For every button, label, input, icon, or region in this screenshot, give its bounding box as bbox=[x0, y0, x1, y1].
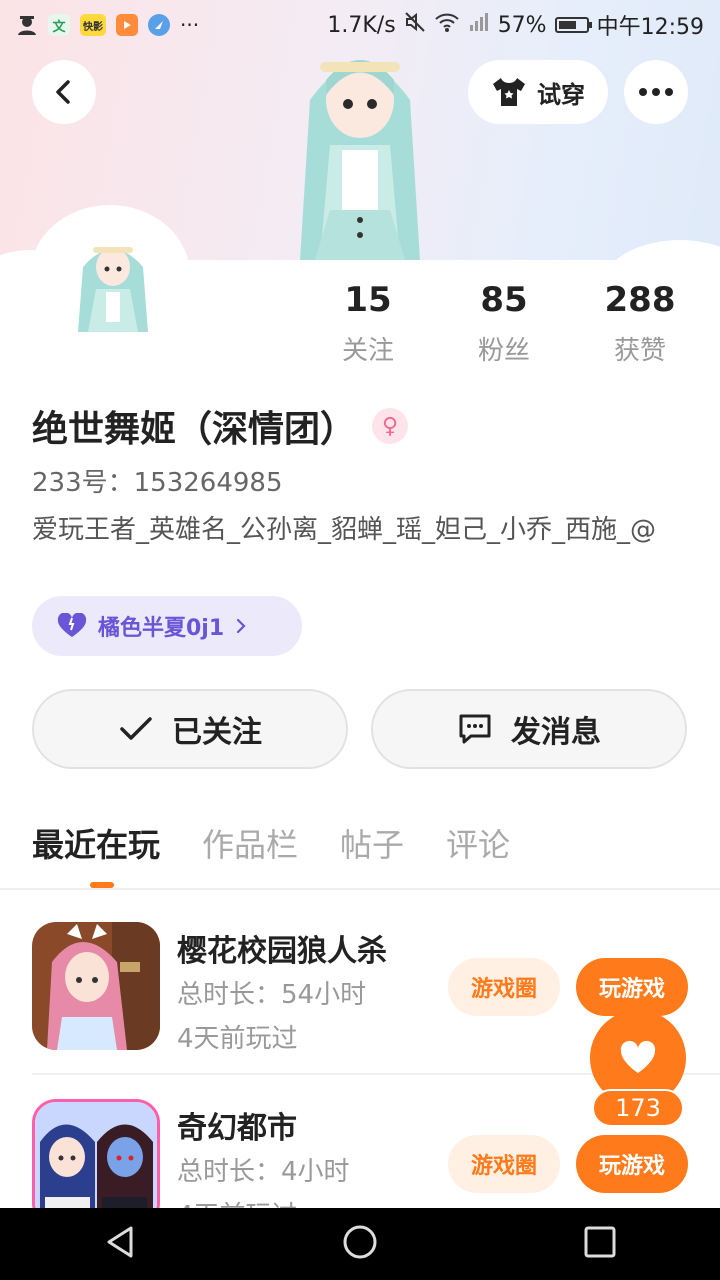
tab-works[interactable]: 作品栏 bbox=[202, 820, 298, 866]
game-icon-sakura bbox=[32, 922, 160, 1050]
battery-icon bbox=[554, 17, 592, 33]
female-icon: ♀ bbox=[372, 408, 409, 444]
likes-received-label: 获赞 bbox=[613, 336, 666, 366]
more-notifications: ··· bbox=[180, 13, 200, 37]
try-on-button[interactable]: 试穿 bbox=[468, 60, 608, 124]
profile-icon bbox=[16, 14, 38, 36]
chevron-left-icon bbox=[56, 80, 70, 104]
shirt-icon bbox=[493, 78, 525, 106]
wifi-icon bbox=[434, 11, 460, 39]
home-nav-icon[interactable] bbox=[342, 1224, 378, 1264]
user-bio: 爱玩王者_英雄名_公孙离_貂蝉_瑶_妲己_小乔_西施_@ bbox=[32, 515, 657, 545]
back-button[interactable] bbox=[32, 60, 96, 124]
stat-likes[interactable]: 288 获赞 bbox=[572, 280, 708, 367]
game-duration: 总时长：54小时 bbox=[177, 980, 367, 1010]
play-game-button[interactable]: 玩游戏 bbox=[576, 1135, 688, 1193]
likes-received-count: 288 bbox=[604, 280, 676, 320]
heart-icon bbox=[620, 1040, 656, 1073]
game-title: 奇幻都市 bbox=[177, 1111, 297, 1146]
clock: 中午12:59 bbox=[596, 15, 704, 40]
stat-followers[interactable]: 85 粉丝 bbox=[436, 280, 572, 367]
game-icon-fantasy-city bbox=[32, 1099, 160, 1209]
try-on-label: 试穿 bbox=[537, 80, 585, 109]
following-label: 关注 bbox=[341, 336, 394, 366]
browser-icon bbox=[148, 14, 170, 36]
check-icon bbox=[120, 717, 152, 740]
heart-icon bbox=[57, 613, 87, 637]
tab-comments[interactable]: 评论 bbox=[446, 820, 510, 866]
like-count: 173 bbox=[592, 1089, 684, 1127]
avatar-figure bbox=[280, 40, 440, 270]
game-duration: 总时长：4小时 bbox=[177, 1157, 350, 1187]
play-game-button[interactable]: 玩游戏 bbox=[576, 958, 688, 1016]
guild-name: 橘色半夏0j1 bbox=[98, 616, 225, 641]
game-circle-button[interactable]: 游戏圈 bbox=[448, 1135, 560, 1193]
profile-tabs: 最近在玩 作品栏 帖子 评论 bbox=[32, 820, 510, 866]
avatar[interactable] bbox=[38, 212, 188, 362]
more-options-button[interactable] bbox=[624, 60, 688, 124]
followers-label: 粉丝 bbox=[477, 336, 530, 366]
tab-posts[interactable]: 帖子 bbox=[340, 820, 404, 866]
translate-icon: 文 bbox=[48, 14, 70, 36]
chevron-right-icon bbox=[237, 618, 246, 634]
game-circle-button[interactable]: 游戏圈 bbox=[448, 958, 560, 1016]
list-item[interactable]: 奇幻都市 总时长：4小时 4天前玩过 游戏圈 玩游戏 bbox=[32, 1099, 688, 1209]
tabs-divider bbox=[0, 888, 720, 890]
chat-bubble-icon bbox=[459, 714, 491, 744]
back-nav-icon[interactable] bbox=[103, 1224, 137, 1264]
message-label: 发消息 bbox=[511, 715, 601, 750]
following-count: 15 bbox=[344, 280, 392, 320]
game-last-played: 4天前玩过 bbox=[177, 1024, 298, 1054]
user-id: 233号：153264985 bbox=[32, 468, 283, 498]
guild-badge[interactable]: 橘色半夏0j1 bbox=[32, 596, 302, 656]
followed-button[interactable]: 已关注 bbox=[32, 689, 348, 769]
tab-recently-played[interactable]: 最近在玩 bbox=[32, 820, 160, 866]
signal-icon bbox=[468, 11, 490, 39]
user-name-row: 绝世舞姬（深情团） ♀ bbox=[32, 400, 409, 452]
stats-row: 15 关注 85 粉丝 288 获赞 bbox=[300, 280, 720, 367]
stat-following[interactable]: 15 关注 bbox=[300, 280, 436, 367]
game-title: 樱花校园狼人杀 bbox=[177, 934, 387, 969]
avatar-image bbox=[78, 247, 148, 332]
list-item[interactable]: 樱花校园狼人杀 总时长：54小时 4天前玩过 游戏圈 玩游戏 bbox=[32, 922, 688, 1062]
more-dots-icon bbox=[639, 88, 673, 96]
followers-count: 85 bbox=[480, 280, 528, 320]
network-speed: 1.7K/s bbox=[327, 12, 396, 38]
system-navigation-bar bbox=[0, 1208, 720, 1280]
game-last-played: 4天前玩过 bbox=[177, 1195, 298, 1209]
send-message-button[interactable]: 发消息 bbox=[371, 689, 687, 769]
followed-label: 已关注 bbox=[172, 715, 262, 750]
recents-nav-icon[interactable] bbox=[583, 1225, 617, 1263]
mute-icon bbox=[404, 11, 426, 39]
battery-percent: 57% bbox=[497, 12, 547, 38]
kuaiying-icon: 快影 bbox=[80, 14, 106, 36]
video-icon bbox=[116, 14, 138, 36]
user-name: 绝世舞姬（深情团） bbox=[32, 409, 357, 450]
